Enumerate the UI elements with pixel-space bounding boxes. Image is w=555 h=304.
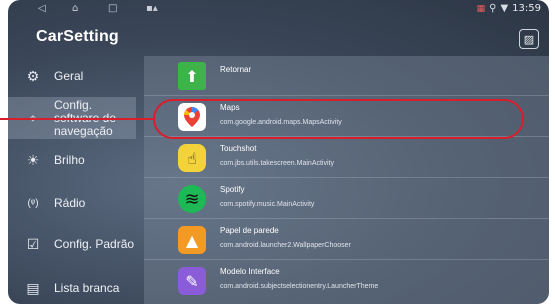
touchshot-icon: ☝ (178, 144, 206, 172)
radio-icon: (ᵠ) (27, 197, 39, 209)
checkbox-icon: ☑ (26, 235, 40, 252)
image-icon: ▨ (523, 32, 535, 46)
sidebar-item-lista-branca[interactable]: ▤ Lista branca (8, 268, 136, 304)
sidebar-item-label: Lista branca (54, 280, 120, 295)
app-row-modelo-interface[interactable]: ✎ Modelo Interface com.android.subjectse… (144, 261, 549, 301)
sidebar-item-label: Config. Padrão (54, 236, 135, 251)
car-settings-screen: ◁ ⌂ □ ▪▴ ▦ ⚲ ▼ 13:59 CarSetting ▨ ⚙ Gera… (8, 0, 549, 304)
spotify-icon: ≋ (178, 185, 206, 213)
home-icon[interactable]: ⌂ (72, 3, 78, 15)
sidebar-item-radio[interactable]: (ᵠ) Rádio (8, 183, 136, 223)
app-name: Papel de parede (220, 226, 279, 235)
notification-icon: ▪▴ (146, 3, 158, 14)
back-icon[interactable]: ◁ (38, 3, 46, 15)
app-name: Spotify (220, 185, 245, 194)
page-title: CarSetting (36, 28, 119, 45)
app-package: com.spotify.music.MainActivity (220, 201, 315, 208)
gear-icon: ⚙ (26, 67, 40, 84)
app-package: com.android.launcher2.WallpaperChooser (220, 242, 351, 249)
app-package: com.android.subjectselectionentry.Launch… (220, 283, 379, 290)
annotation-pointer-line (0, 118, 155, 120)
sidebar-item-label: Rádio (54, 195, 86, 210)
brightness-icon: ☀ (26, 151, 40, 168)
app-row-papel-de-parede[interactable]: ▲ Papel de parede com.android.launcher2.… (144, 220, 549, 260)
sidebar-item-geral[interactable]: ⚙ Geral (8, 56, 136, 96)
location-icon: ⚲ (489, 3, 497, 14)
wallpaper-button[interactable]: ▨ (519, 29, 539, 49)
sidebar-item-brilho[interactable]: ☀ Brilho (8, 140, 136, 180)
app-row-retornar[interactable]: ⬆ Retornar (144, 56, 549, 96)
sidebar: ⚙ Geral ⌖ Config. software de navegação … (8, 56, 136, 304)
app-package: com.jbs.utils.takescreen.MainActivity (220, 160, 334, 167)
wifi-icon: ▼ (500, 3, 509, 14)
status-clock: 13:59 (512, 3, 541, 14)
wallpaper-icon: ▲ (178, 226, 206, 254)
app-name: Modelo Interface (220, 267, 280, 276)
app-row-touchshot[interactable]: ☝ Touchshot com.jbs.utils.takescreen.Mai… (144, 138, 549, 178)
sidebar-item-config-padrao[interactable]: ☑ Config. Padrão (8, 224, 136, 264)
app-name: Touchshot (220, 144, 257, 153)
annotation-highlight-ring (153, 99, 524, 139)
app-row-spotify[interactable]: ≋ Spotify com.spotify.music.MainActivity (144, 179, 549, 219)
app-list: ⬆ Retornar Maps com.google.android.maps.… (144, 56, 549, 304)
sidebar-item-label: Geral (54, 68, 84, 83)
signal-icon: ▦ (476, 3, 486, 14)
status-bar: ◁ ⌂ □ ▪▴ ▦ ⚲ ▼ 13:59 (8, 0, 549, 18)
folder-up-icon: ⬆ (178, 62, 206, 90)
sidebar-item-label: Brilho (54, 152, 85, 167)
recent-apps-icon[interactable]: □ (108, 3, 117, 15)
app-name: Retornar (220, 65, 252, 74)
theme-icon: ✎ (178, 267, 206, 295)
list-icon: ▤ (26, 279, 40, 296)
